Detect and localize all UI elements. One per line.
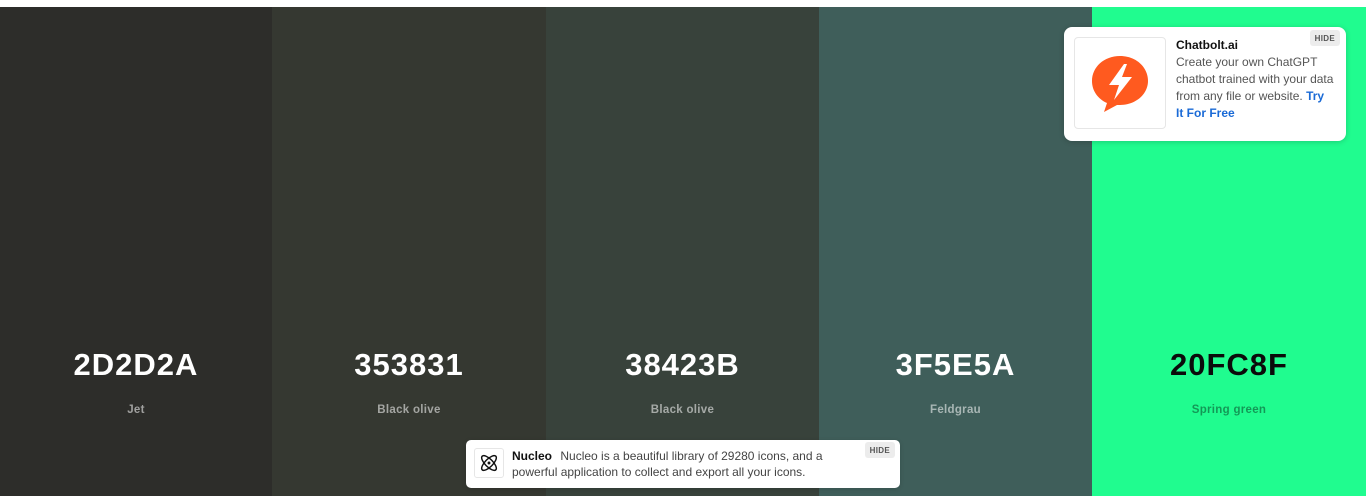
color-swatch-2[interactable]: 353831 Black olive — [272, 7, 546, 496]
color-swatch-3[interactable]: 38423B Black olive — [546, 7, 819, 496]
nucleo-ad-banner[interactable]: Nucleo Nucleo is a beautiful library of … — [466, 440, 900, 488]
swatch-hex-code[interactable]: 353831 — [272, 347, 546, 383]
swatch-color-name: Feldgrau — [930, 404, 981, 416]
nucleo-logo[interactable] — [474, 448, 504, 478]
color-swatch-4[interactable]: 3F5E5A Feldgrau — [819, 7, 1092, 496]
hide-nucleo-button[interactable]: HIDE — [864, 442, 895, 458]
swatch-color-name: Jet — [127, 404, 145, 416]
swatch-hex-code[interactable]: 3F5E5A — [819, 347, 1092, 383]
swatch-color-name: Spring green — [1191, 404, 1267, 416]
color-swatch-1[interactable]: 2D2D2A Jet — [0, 7, 272, 496]
chatbolt-ad-card[interactable]: Chatbolt.ai Create your own ChatGPT chat… — [1064, 27, 1346, 141]
ad-text: Chatbolt.ai Create your own ChatGPT chat… — [1176, 38, 1334, 122]
hide-ad-button[interactable]: HIDE — [1309, 30, 1340, 46]
swatch-color-name: Black olive — [377, 404, 441, 416]
swatch-hex-code[interactable]: 38423B — [546, 347, 819, 383]
swatch-hex-code[interactable]: 2D2D2A — [0, 347, 272, 383]
nucleo-atom-icon — [480, 454, 498, 472]
swatch-hex-code[interactable]: 20FC8F — [1092, 347, 1366, 383]
swatch-color-name: Black olive — [650, 404, 715, 416]
nucleo-description: Nucleo is a beautiful library of 29280 i… — [512, 449, 823, 479]
nucleo-text: Nucleo Nucleo is a beautiful library of … — [512, 448, 852, 480]
chatbolt-logo-icon — [1092, 56, 1148, 112]
nucleo-title[interactable]: Nucleo — [512, 449, 552, 463]
chatbolt-logo[interactable] — [1074, 37, 1166, 129]
